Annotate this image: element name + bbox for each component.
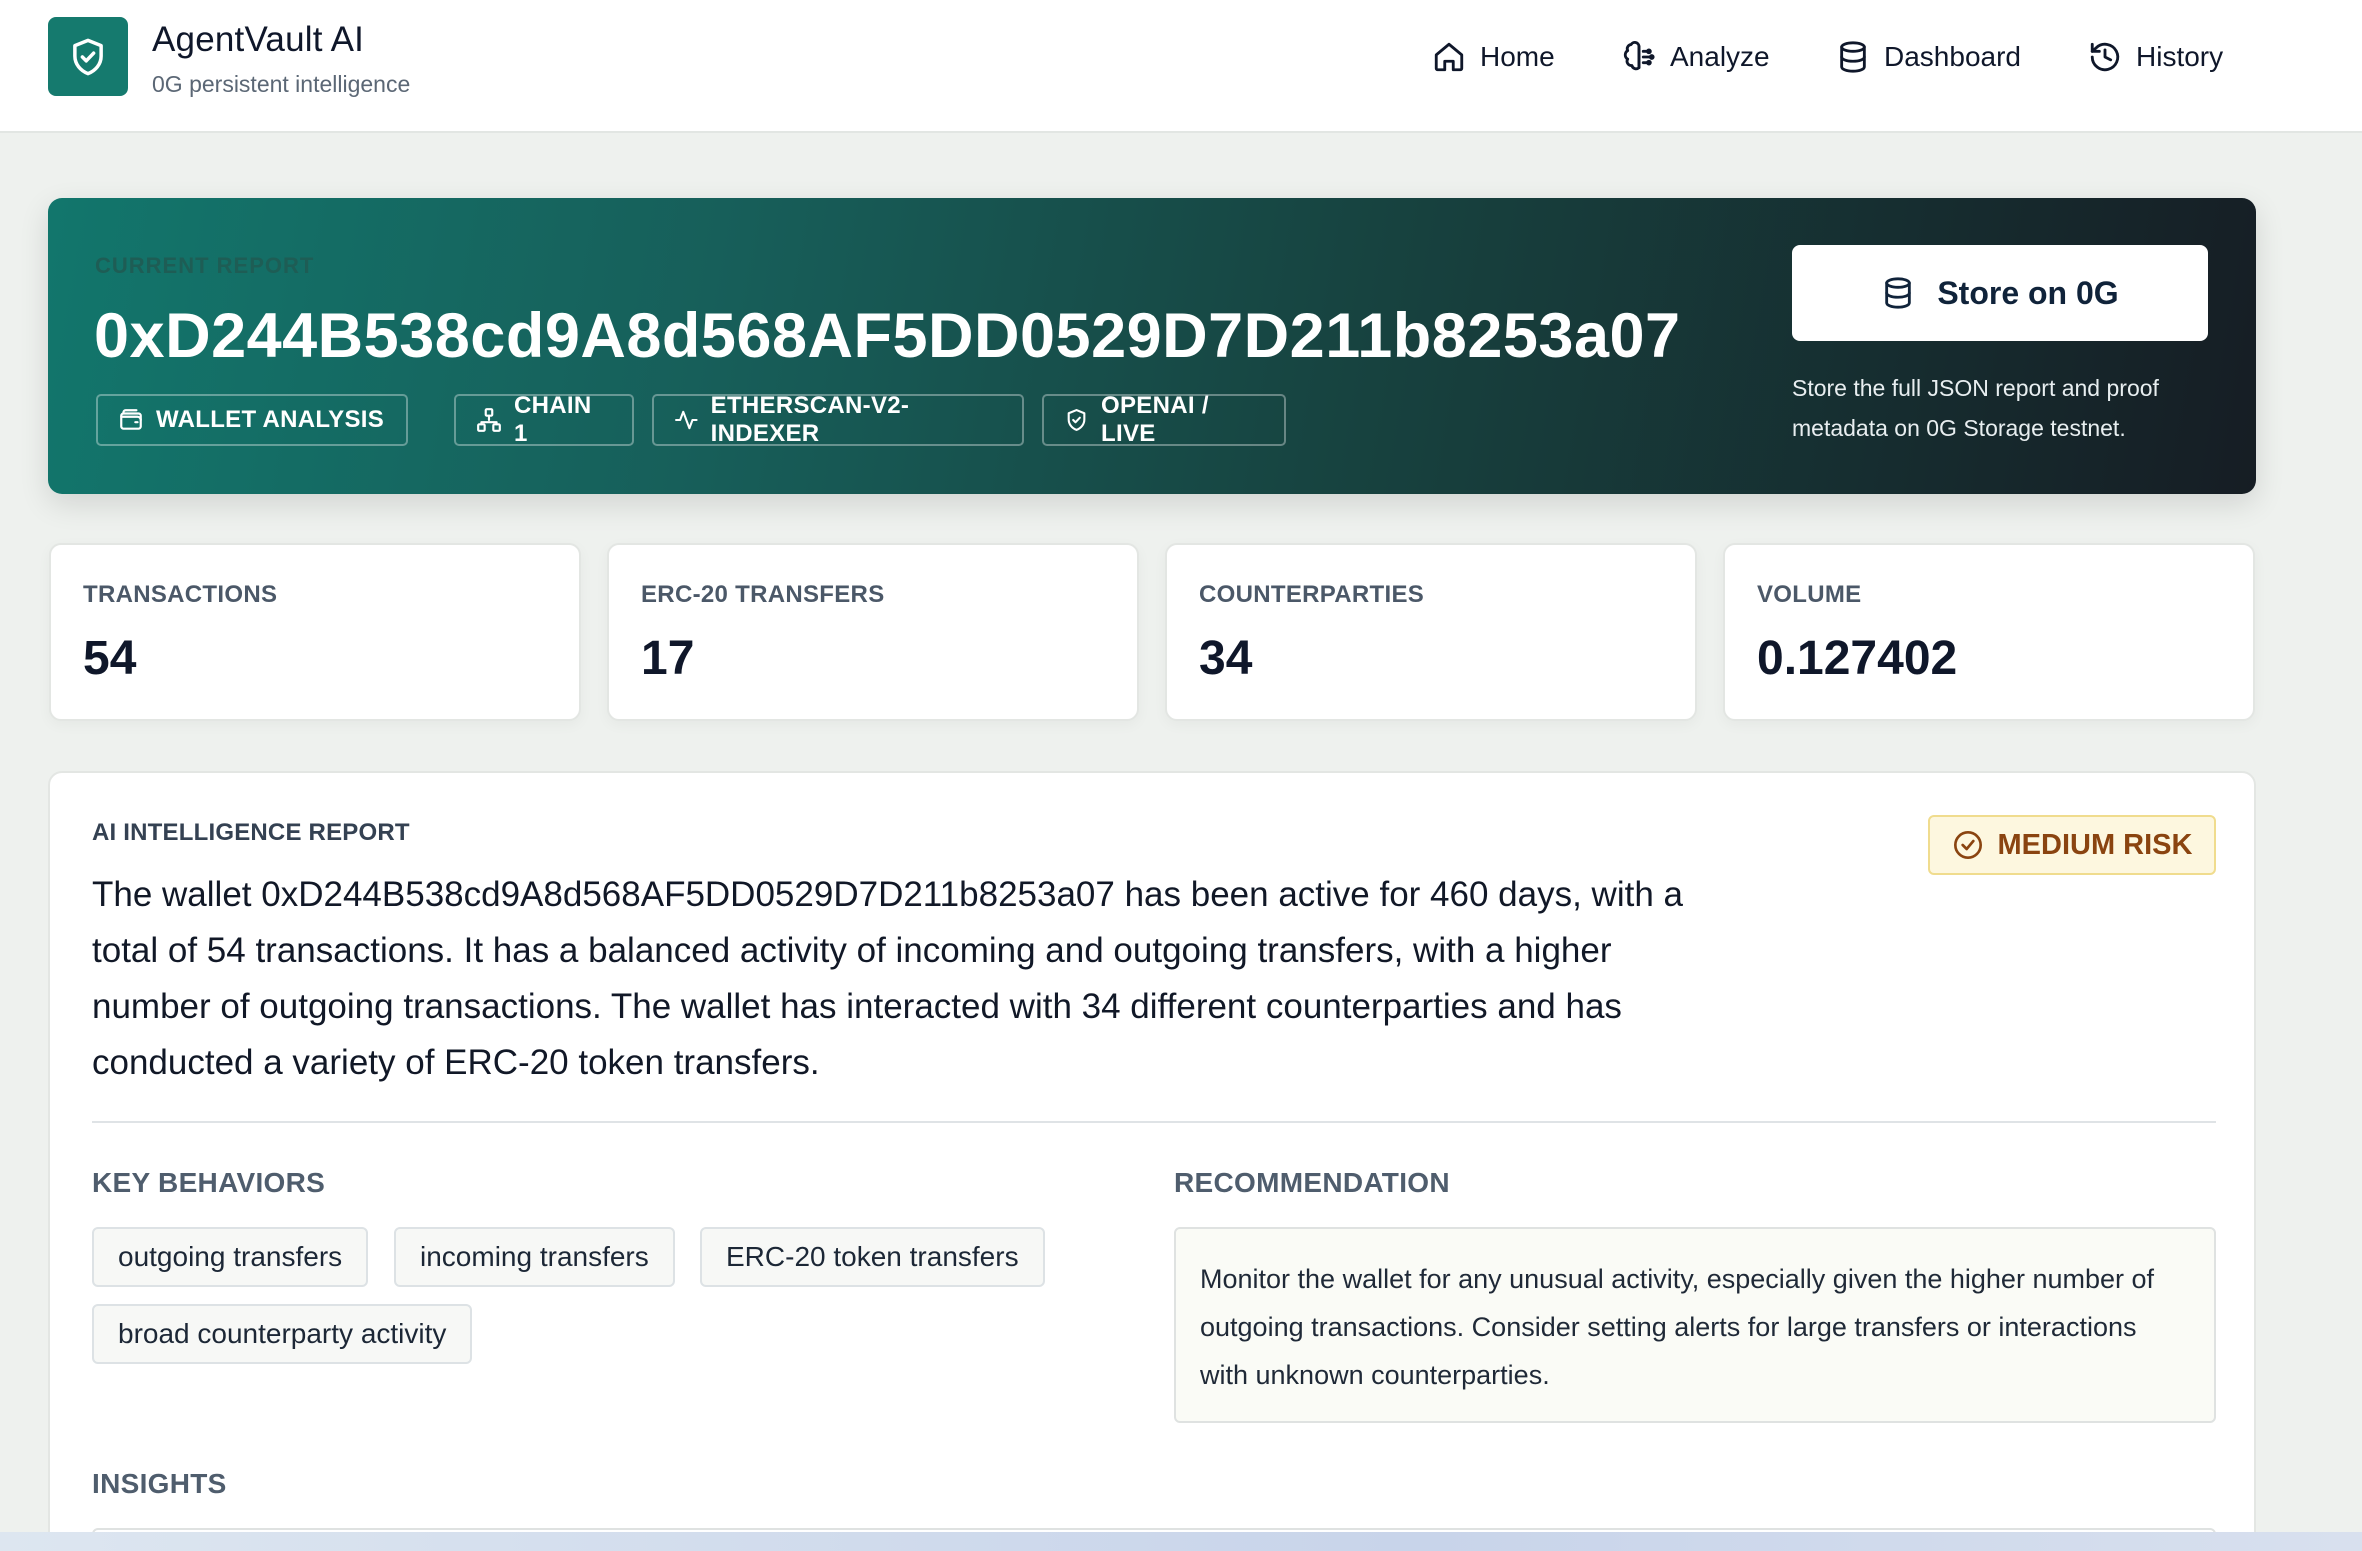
home-icon xyxy=(1434,42,1464,72)
stat-label: COUNTERPARTIES xyxy=(1199,581,1425,608)
hero-eyebrow: CURRENT REPORT xyxy=(95,253,315,278)
nav-analyze-label: Analyze xyxy=(1670,41,1770,72)
shield-logo-icon[interactable] xyxy=(48,17,128,96)
shield-check-icon xyxy=(1067,409,1086,431)
nav-history[interactable]: History xyxy=(2088,36,2223,78)
tag-chain: CHAIN 1 xyxy=(454,392,634,447)
stat-value: 0.127402 xyxy=(1757,632,1958,685)
nav-history-label: History xyxy=(2136,41,2224,72)
stat-value: 34 xyxy=(1199,632,1253,685)
section-divider xyxy=(92,1121,2216,1123)
tag-model-label: OPENAI / LIVE xyxy=(1101,392,1209,447)
stat-value: 17 xyxy=(641,632,695,685)
top-navigation-bar: AgentVault AI 0G persistent intelligence… xyxy=(0,0,2362,133)
app-tagline: 0G persistent intelligence xyxy=(152,71,411,97)
nav-home-label: Home xyxy=(1480,41,1555,72)
risk-level-badge: MEDIUM RISK xyxy=(1928,815,2216,875)
stat-card-volume: VOLUME 0.127402 xyxy=(1723,543,2255,721)
store-note: Store the full JSON report and proof met… xyxy=(1792,375,2159,441)
activity-icon xyxy=(675,410,698,430)
tag-wallet-analysis-label: WALLET ANALYSIS xyxy=(156,406,385,433)
ai-intelligence-report-card: AI INTELLIGENCE REPORT The wallet 0xD244… xyxy=(48,771,2256,1551)
tag-indexer: ETHERSCAN-V2-INDEXER xyxy=(652,392,1024,447)
report-summary: The wallet 0xD244B538cd9A8d568AF5DD0529D… xyxy=(92,875,1683,1082)
taskbar-strip xyxy=(0,1532,2362,1551)
nav-home[interactable]: Home xyxy=(1432,36,1555,78)
behavior-chip: outgoing transfers xyxy=(92,1227,369,1287)
stat-value: 54 xyxy=(83,632,137,685)
stat-label: TRANSACTIONS xyxy=(83,581,278,608)
tag-indexer-label: ETHERSCAN-V2-INDEXER xyxy=(710,392,910,447)
tag-chain-label: CHAIN 1 xyxy=(513,392,592,447)
database-icon xyxy=(1885,277,1912,309)
wallet-icon xyxy=(120,409,142,430)
brain-icon xyxy=(1623,40,1655,71)
check-circle-icon xyxy=(1953,831,1982,859)
stat-card-erc20-transfers: ERC-20 TRANSFERS 17 xyxy=(607,543,1139,721)
behavior-chip: broad counterparty activity xyxy=(92,1304,473,1364)
store-on-0g-button[interactable]: Store on 0G xyxy=(1792,245,2208,341)
tag-model: OPENAI / LIVE xyxy=(1042,392,1286,447)
nav-dashboard[interactable]: Dashboard xyxy=(1836,36,2021,78)
network-icon xyxy=(477,408,501,432)
wallet-address-title: 0xD244B538cd9A8d568AF5DD0529D7D211b8253a… xyxy=(94,301,1681,371)
nav-dashboard-label: Dashboard xyxy=(1884,41,2021,72)
app-name[interactable]: AgentVault AI xyxy=(152,20,364,60)
stat-label: ERC-20 TRANSFERS xyxy=(641,581,885,608)
recommendation-heading: RECOMMENDATION xyxy=(1174,1167,1450,1198)
store-button-label: Store on 0G xyxy=(1937,274,2119,311)
key-behaviors-heading: KEY BEHAVIORS xyxy=(92,1167,326,1198)
nav-analyze[interactable]: Analyze xyxy=(1622,36,1770,78)
stat-label: VOLUME xyxy=(1757,581,1862,608)
insights-heading: INSIGHTS xyxy=(92,1468,227,1499)
stat-card-counterparties: COUNTERPARTIES 34 xyxy=(1165,543,1697,721)
behavior-chip: incoming transfers xyxy=(394,1227,675,1287)
history-icon xyxy=(2090,42,2120,72)
behavior-chip: ERC-20 token transfers xyxy=(700,1227,1045,1287)
stat-card-transactions: TRANSACTIONS 54 xyxy=(49,543,581,721)
database-icon xyxy=(1840,41,1866,73)
report-eyebrow: AI INTELLIGENCE REPORT xyxy=(92,819,410,846)
risk-level-label: MEDIUM RISK xyxy=(1997,828,2193,861)
recommendation-text: Monitor the wallet for any unusual activ… xyxy=(1174,1227,2216,1423)
current-report-hero: CURRENT REPORT 0xD244B538cd9A8d568AF5DD0… xyxy=(48,198,2256,494)
tag-wallet-analysis: WALLET ANALYSIS xyxy=(96,394,408,446)
